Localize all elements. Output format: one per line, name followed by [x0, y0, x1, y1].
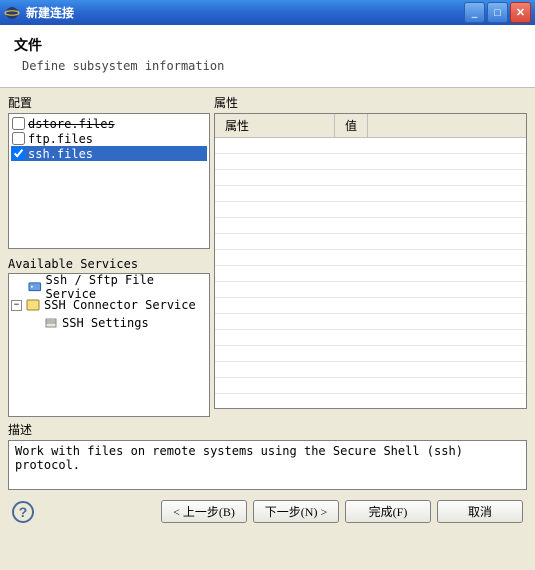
config-checkbox-ssh[interactable] [12, 147, 25, 160]
table-row [215, 346, 526, 362]
config-item-label: ssh.files [28, 147, 93, 161]
tree-item-settings[interactable]: SSH Settings [11, 314, 207, 332]
table-row [215, 186, 526, 202]
tree-label: SSH Settings [62, 316, 149, 330]
help-button[interactable]: ? [12, 501, 34, 523]
table-row [215, 314, 526, 330]
config-item-dstore[interactable]: dstore.files [11, 116, 207, 131]
eclipse-icon [4, 5, 20, 21]
table-row [215, 330, 526, 346]
config-item-label: ftp.files [28, 132, 93, 146]
table-row [215, 154, 526, 170]
table-row [215, 218, 526, 234]
page-title: 文件 [14, 35, 521, 55]
next-button[interactable]: 下一步(N) > [253, 500, 339, 523]
description-label: 描述 [8, 421, 527, 438]
table-row [215, 234, 526, 250]
table-row [215, 170, 526, 186]
table-row [215, 362, 526, 378]
col-value[interactable]: 值 [335, 114, 368, 137]
services-label: Available Services [8, 257, 210, 271]
properties-table[interactable]: 属性 值 [214, 113, 527, 409]
connector-icon [25, 297, 41, 313]
table-row [215, 298, 526, 314]
page-subtitle: Define subsystem information [22, 59, 521, 73]
wizard-button-bar: ? < 上一步(B) 下一步(N) > 完成(F) 取消 [0, 490, 535, 533]
table-row [215, 378, 526, 394]
config-item-ssh[interactable]: ssh.files [11, 146, 207, 161]
window-controls: _ □ ✕ [464, 2, 531, 23]
finish-button[interactable]: 完成(F) [345, 500, 431, 523]
maximize-button[interactable]: □ [487, 2, 508, 23]
config-checkbox-ftp[interactable] [12, 132, 25, 145]
collapse-icon[interactable]: − [11, 300, 22, 311]
minimize-button[interactable]: _ [464, 2, 485, 23]
wizard-header: 文件 Define subsystem information [0, 25, 535, 88]
cancel-button[interactable]: 取消 [437, 500, 523, 523]
services-tree[interactable]: Ssh / Sftp File Service − SSH Connector … [8, 273, 210, 417]
table-row [215, 266, 526, 282]
window-title: 新建连接 [26, 4, 464, 21]
properties-rows [215, 138, 526, 394]
tree-label: SSH Connector Service [44, 298, 196, 312]
table-row [215, 282, 526, 298]
config-list[interactable]: dstore.files ftp.files ssh.files [8, 113, 210, 249]
properties-header: 属性 值 [215, 114, 526, 138]
close-button[interactable]: ✕ [510, 2, 531, 23]
config-label: 配置 [8, 94, 210, 111]
config-item-ftp[interactable]: ftp.files [11, 131, 207, 146]
table-row [215, 250, 526, 266]
table-row [215, 202, 526, 218]
description-text: Work with files on remote systems using … [8, 440, 527, 490]
window-titlebar: 新建连接 _ □ ✕ [0, 0, 535, 25]
properties-label: 属性 [214, 94, 527, 111]
config-item-label: dstore.files [28, 117, 115, 131]
table-row [215, 138, 526, 154]
col-property[interactable]: 属性 [215, 114, 335, 137]
tree-label: Ssh / Sftp File Service [46, 273, 207, 301]
file-service-icon [27, 279, 43, 295]
tree-item-ssh-sftp[interactable]: Ssh / Sftp File Service [11, 278, 207, 296]
settings-icon [43, 315, 59, 331]
tree-item-connector[interactable]: − SSH Connector Service [11, 296, 207, 314]
config-checkbox-dstore[interactable] [12, 117, 25, 130]
back-button[interactable]: < 上一步(B) [161, 500, 247, 523]
